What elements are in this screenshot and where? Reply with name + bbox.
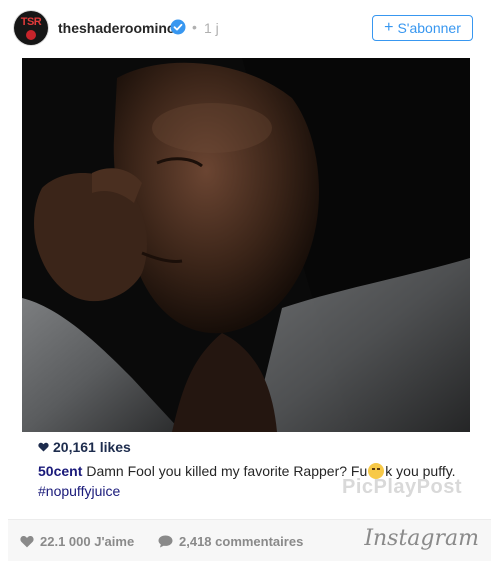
- footer-likes-label: 22.1 000 J'aime: [40, 534, 135, 549]
- watermark: PicPlayPost: [341, 476, 462, 498]
- footer-comments-label: 2,418 commentaires: [179, 534, 304, 549]
- instagram-logo[interactable]: Instagram: [364, 526, 479, 551]
- heart-icon: [38, 442, 49, 452]
- caption-text-1: Damn Fool you killed my favorite Rapper?…: [86, 463, 368, 479]
- comment-icon: [158, 535, 173, 548]
- post-photo[interactable]: [22, 58, 470, 432]
- heart-icon: [20, 535, 34, 548]
- avatar-logo-mark: [26, 30, 36, 40]
- post-header: TSR theshaderoominc • 1 j + S'abonner: [0, 0, 501, 58]
- caption-username[interactable]: 50cent: [38, 463, 82, 479]
- avatar-logo-text: TSR: [20, 16, 42, 28]
- embed-footer: 22.1 000 J'aime 2,418 commentaires Insta…: [8, 519, 491, 561]
- caption-card: 20,161 likes 50cent Damn Fool you killed …: [32, 438, 468, 506]
- follow-button-label: S'abonner: [397, 20, 461, 36]
- separator-dot: •: [192, 19, 197, 35]
- likes-label: 20,161 likes: [53, 439, 131, 455]
- caption-hashtag[interactable]: #nopuffyjuice: [38, 483, 120, 499]
- username-link[interactable]: theshaderoominc: [58, 20, 175, 36]
- post-time[interactable]: 1 j: [204, 20, 219, 36]
- likes-count: 20,161 likes: [38, 439, 131, 455]
- footer-comments[interactable]: 2,418 commentaires: [158, 534, 303, 549]
- plus-icon: +: [384, 18, 394, 36]
- verified-badge-icon: [170, 19, 186, 35]
- footer-likes[interactable]: 22.1 000 J'aime: [20, 534, 134, 549]
- avatar[interactable]: TSR: [14, 11, 48, 45]
- follow-button[interactable]: + S'abonner: [372, 15, 473, 41]
- post-media: 20,161 likes 50cent Damn Fool you killed …: [22, 58, 470, 507]
